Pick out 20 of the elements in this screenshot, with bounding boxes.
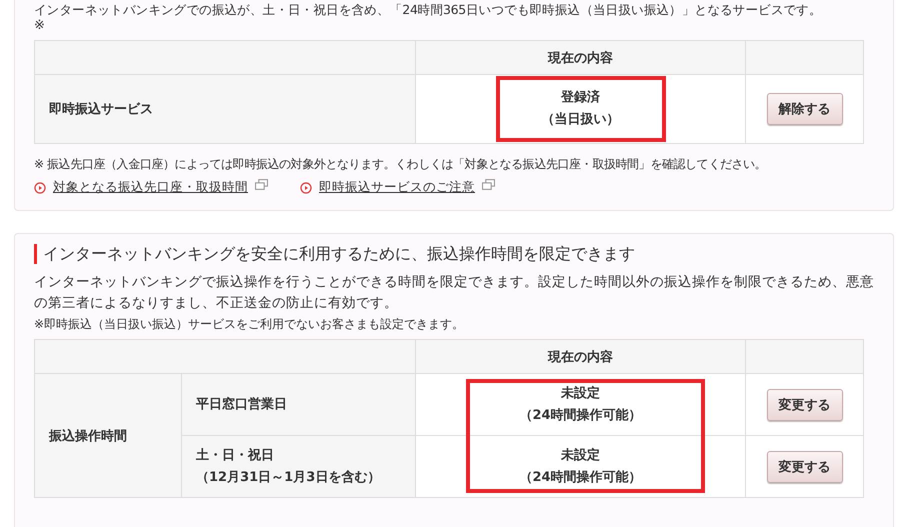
note-mark: ※ bbox=[34, 18, 46, 33]
note-text: ※即時振込（当日扱い振込）サービスをご利用でないお客さまも設定できます。 bbox=[34, 316, 466, 333]
row-label: 振込操作時間 bbox=[34, 374, 182, 498]
row-label: 土・日・祝日 （12月31日～1月3日を含む） bbox=[182, 436, 416, 498]
intro-text: インターネットバンキングでの振込が、土・日・祝日を含め、「24時間365日いつでも即時振込（当日扱い振込）」となるサービスです。 bbox=[34, 1, 823, 18]
row-label: 即時振込サービス bbox=[34, 74, 416, 144]
row-label: 平日窓口営業日 bbox=[182, 374, 416, 436]
cancel-button[interactable]: 解除する bbox=[766, 93, 842, 125]
status-text: 未設定 （24時間操作可能） bbox=[518, 384, 643, 424]
status-text: 登録済 （当日扱い） bbox=[496, 76, 666, 142]
status-text: 未設定 （24時間操作可能） bbox=[518, 446, 643, 486]
note-text: ※ 振込先口座（入金口座）によっては即時振込の対象外となります。くわしくは「対象となる振込先口座・取扱時間」を確認してください。 bbox=[34, 156, 768, 173]
header-cell: 現在の内容 bbox=[416, 340, 746, 374]
section-heading: インターネットバンキングを安全に利用するために、振込操作時間を限定できます bbox=[34, 244, 874, 264]
change-button[interactable]: 変更する bbox=[766, 388, 842, 420]
header-cell: 現在の内容 bbox=[416, 40, 746, 74]
description-text: インターネットバンキングで振込操作を行うことができる時間を限定できます。設定した時間以外の振込操作を制限できるため、悪意の第三者によるなりすまし、不正送金の防止に有効です。 bbox=[34, 273, 874, 313]
change-button[interactable]: 変更する bbox=[766, 450, 842, 482]
link[interactable]: 即時振込サービスのご注意 bbox=[319, 179, 475, 196]
link[interactable]: 対象となる振込先口座・取扱時間 bbox=[53, 179, 248, 196]
